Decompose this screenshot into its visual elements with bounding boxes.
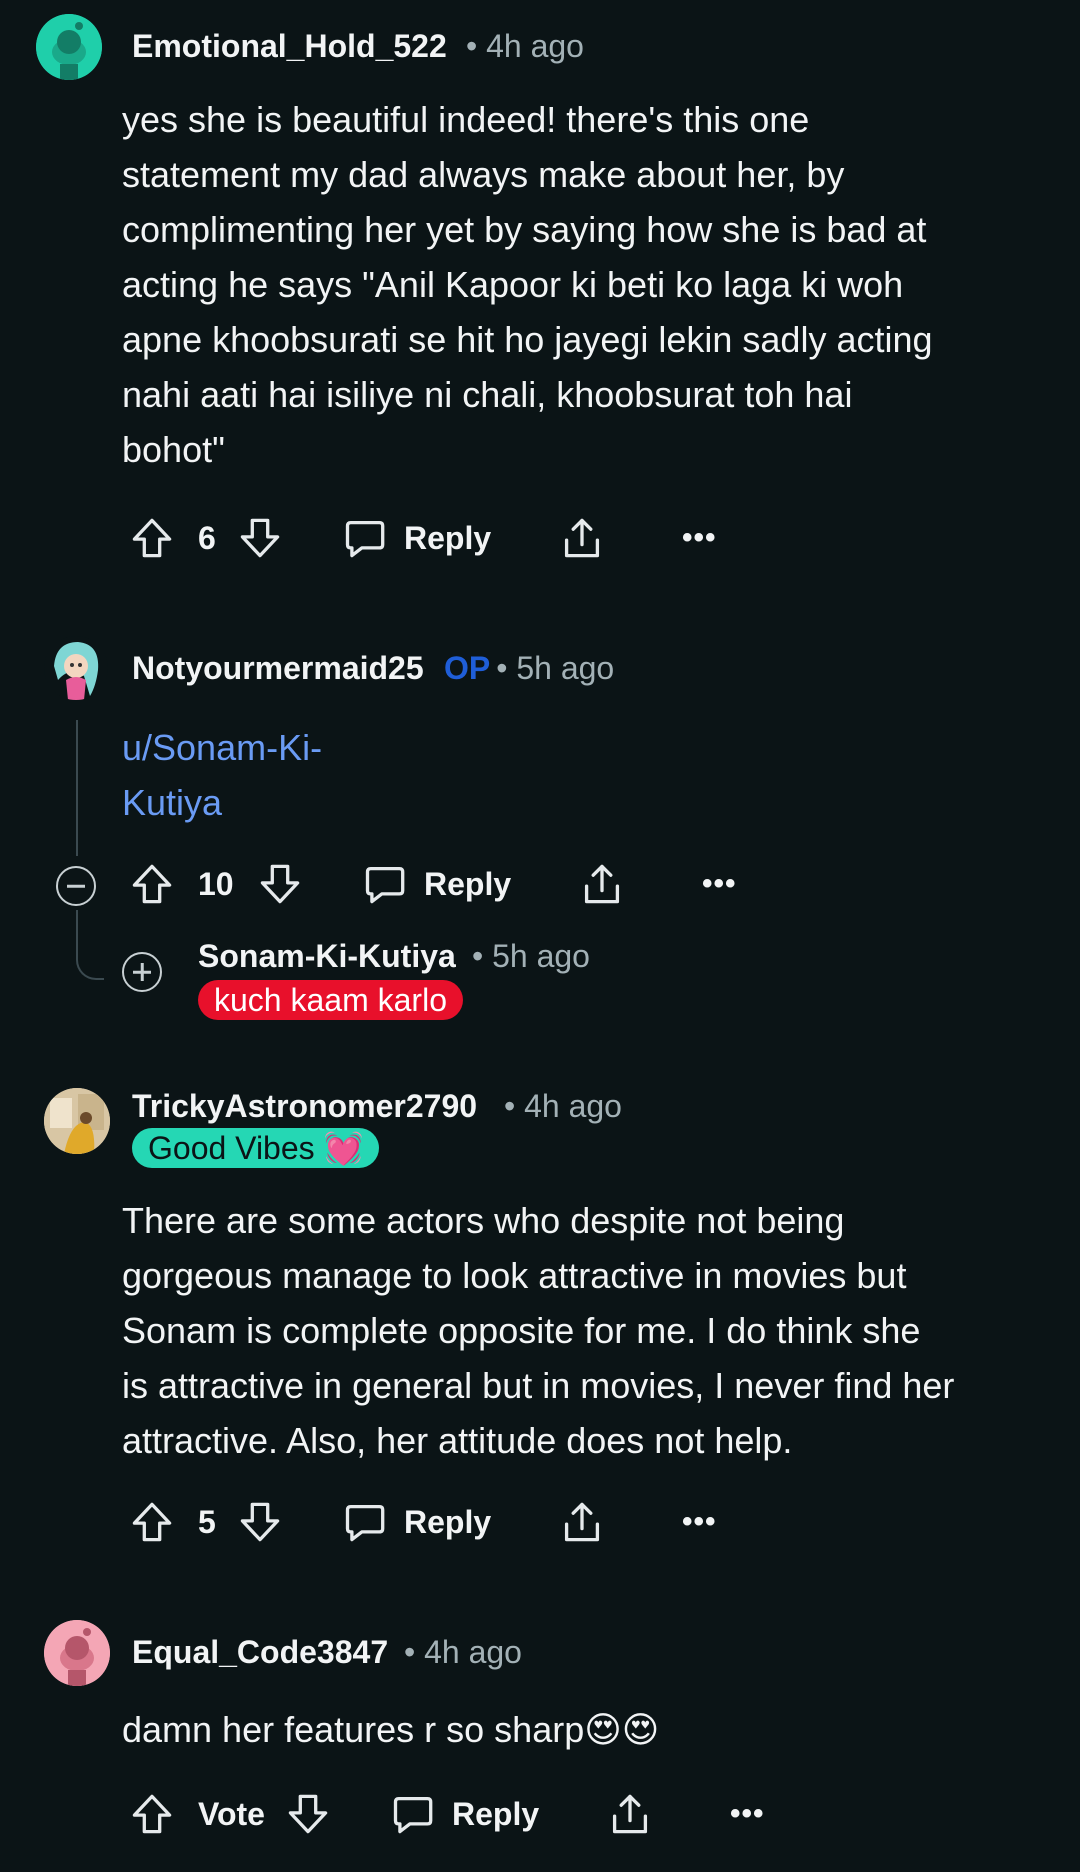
upvote-button[interactable]: [130, 508, 174, 568]
reply-label: Reply: [404, 1503, 492, 1540]
profile-picture-icon: [44, 1088, 110, 1154]
comment-bubble-icon: [362, 862, 406, 906]
share-icon: [560, 516, 604, 560]
thread-line[interactable]: [76, 720, 78, 856]
comment-bubble-icon: [342, 1500, 386, 1544]
comment-timestamp: • 4h ago: [504, 1088, 622, 1125]
meta-separator: •: [404, 1634, 416, 1670]
op-badge: OP: [444, 650, 491, 686]
reply-label: Reply: [452, 1795, 540, 1832]
user-mention-link[interactable]: u/Sonam-Ki- Kutiya: [122, 720, 322, 830]
share-button[interactable]: [560, 1492, 604, 1552]
meta-separator: •: [466, 28, 478, 64]
expand-thread-icon[interactable]: [122, 952, 162, 992]
share-icon: [560, 1500, 604, 1544]
more-options-icon: •••: [730, 1797, 765, 1830]
upvote-icon: [130, 516, 174, 560]
user-flair: kuch kaam karlo: [198, 980, 463, 1020]
more-options-icon: •••: [702, 867, 737, 900]
username[interactable]: TrickyAstronomer2790: [132, 1088, 477, 1125]
username[interactable]: Notyourmermaid25: [132, 650, 424, 687]
comment-timestamp: • 4h ago: [466, 28, 584, 65]
avatar[interactable]: [36, 14, 102, 80]
avatar[interactable]: [44, 1620, 110, 1686]
upvote-button[interactable]: [130, 1492, 174, 1552]
meta-separator: •: [496, 650, 508, 686]
comment-bubble-icon: [342, 516, 386, 560]
upvote-icon: [130, 1792, 174, 1836]
more-options-icon: •••: [682, 1505, 717, 1538]
reply-button[interactable]: Reply: [362, 854, 511, 914]
avatar[interactable]: [44, 636, 108, 700]
time-ago: 4h ago: [486, 28, 584, 64]
upvote-button[interactable]: [130, 1784, 174, 1844]
meta-separator: •: [504, 1088, 516, 1124]
reply-button[interactable]: Reply: [342, 1492, 491, 1552]
downvote-button[interactable]: [258, 854, 302, 914]
share-icon: [608, 1792, 652, 1836]
mermaid-avatar-icon: [54, 642, 99, 700]
vote-count: 6: [198, 519, 216, 556]
snoo-avatar-icon: [44, 1620, 110, 1686]
comment-body: There are some actors who despite not be…: [122, 1200, 955, 1461]
comment-body: yes she is beautiful indeed! there's thi…: [122, 99, 933, 470]
comment-timestamp: OP • 5h ago: [424, 650, 614, 687]
comment-timestamp: • 5h ago: [472, 938, 590, 975]
downvote-button[interactable]: [286, 1784, 330, 1844]
downvote-button[interactable]: [238, 508, 282, 568]
thread-curve: [76, 920, 104, 980]
more-options-button[interactable]: •••: [682, 1492, 717, 1552]
downvote-button[interactable]: [238, 1492, 282, 1552]
share-icon: [580, 862, 624, 906]
user-flair: Good Vibes 💓: [132, 1128, 380, 1168]
downvote-icon: [258, 862, 302, 906]
more-options-button[interactable]: •••: [682, 508, 717, 568]
username[interactable]: Emotional_Hold_522: [132, 28, 447, 65]
vote-count: 10: [198, 865, 234, 902]
reply-label: Reply: [424, 865, 512, 902]
comment-body: damn her features r so sharp😍😍: [122, 1709, 660, 1750]
share-button[interactable]: [560, 508, 604, 568]
time-ago: 5h ago: [492, 938, 590, 974]
share-button[interactable]: [608, 1784, 652, 1844]
collapse-thread-icon[interactable]: [56, 866, 96, 906]
time-ago: 4h ago: [524, 1088, 622, 1124]
more-options-button[interactable]: •••: [702, 854, 737, 914]
downvote-icon: [238, 1500, 282, 1544]
comment-bubble-icon: [390, 1792, 434, 1836]
vote-label: Vote: [198, 1795, 265, 1832]
downvote-icon: [238, 516, 282, 560]
avatar[interactable]: [44, 1088, 110, 1154]
reply-button[interactable]: Reply: [342, 508, 491, 568]
upvote-button[interactable]: [130, 854, 174, 914]
reply-button[interactable]: Reply: [390, 1784, 539, 1844]
time-ago: 5h ago: [516, 650, 615, 686]
username[interactable]: Sonam-Ki-Kutiya: [198, 938, 456, 975]
downvote-icon: [286, 1792, 330, 1836]
username[interactable]: Equal_Code3847: [132, 1634, 388, 1671]
time-ago: 4h ago: [424, 1634, 522, 1670]
reply-label: Reply: [404, 519, 492, 556]
share-button[interactable]: [580, 854, 624, 914]
upvote-icon: [130, 1500, 174, 1544]
meta-separator: •: [472, 938, 484, 974]
snoo-avatar-icon: [36, 14, 102, 80]
comment-timestamp: • 4h ago: [404, 1634, 522, 1671]
more-options-icon: •••: [682, 521, 717, 554]
upvote-icon: [130, 862, 174, 906]
more-options-button[interactable]: •••: [730, 1784, 765, 1844]
vote-count: 5: [198, 1503, 216, 1540]
